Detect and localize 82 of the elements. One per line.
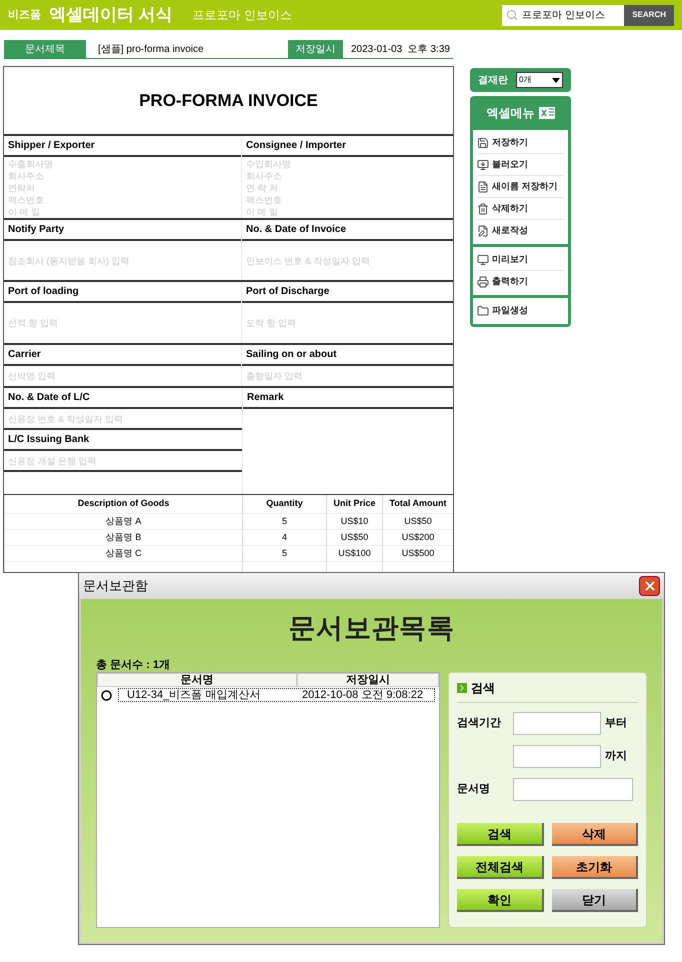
panel-title: 검색 — [471, 680, 496, 696]
table-cell: 5 — [242, 514, 326, 530]
field-label: 검색기간 — [457, 716, 502, 732]
radio-button[interactable] — [101, 690, 112, 700]
spreadsheet-icon — [538, 105, 554, 121]
document-pen-icon — [477, 225, 489, 237]
invoice-heading: PRO-FORMA INVOICE — [139, 90, 318, 112]
field-label: Port of Discharge — [246, 285, 330, 299]
dialog-button[interactable]: 전체검색 — [457, 856, 544, 879]
document-icon — [477, 180, 489, 192]
page-title: 엑셀데이터 서식 — [49, 4, 173, 26]
field-label: Remark — [247, 391, 284, 405]
table-cell: US$50 — [326, 530, 382, 546]
saved-time-label: 저장일시 — [288, 40, 343, 58]
logo: 비즈폼 — [8, 8, 41, 23]
document-name: U12-34_비즈폼 매입계산서 — [126, 688, 262, 703]
field-label: No. & Date of Invoice — [246, 223, 346, 237]
field-label: Carrier — [8, 348, 41, 362]
monitor-icon — [477, 254, 489, 266]
column-header: Description of Goods — [4, 495, 242, 514]
column-header: 문서명 — [97, 673, 297, 687]
search-field[interactable]: 프로포마 인보이스 — [502, 4, 624, 26]
menu-item[interactable]: 저장하기 — [477, 132, 564, 154]
column-header: Total Amount — [382, 495, 453, 514]
menu-item[interactable]: 삭제하기 — [477, 198, 564, 220]
field-label: Port of loading — [8, 285, 79, 299]
table-cell: 상품명 A — [4, 514, 242, 530]
document-date: 2012-10-08 오전 9:08:22 — [302, 688, 424, 703]
field-label: Sailing on or about — [246, 348, 337, 362]
dialog-button[interactable]: 검색 — [457, 823, 544, 846]
menu-item[interactable]: 새이름 저장하기 — [477, 176, 564, 198]
search-icon — [506, 9, 518, 21]
field-label: No. & Date of L/C — [8, 391, 90, 405]
menu-item[interactable]: 불러오기 — [477, 154, 564, 176]
saved-time-value: 2023-01-03 오후 3:39 — [350, 42, 451, 56]
printer-icon — [477, 276, 489, 288]
menu-item[interactable]: 출력하기 — [477, 271, 564, 293]
table-cell: US$10 — [326, 514, 382, 530]
field-suffix: 부터 — [604, 716, 628, 732]
doc-title-label: 문서제목 — [4, 40, 86, 58]
column-header: Unit Price — [326, 495, 382, 514]
input-field[interactable] — [513, 745, 602, 768]
doc-title-value: [샘플] pro-forma invoice — [97, 42, 205, 56]
table-cell: 상품명 C — [4, 546, 242, 562]
dialog-button[interactable]: 닫기 — [552, 889, 638, 912]
field-label: 문서명 — [457, 782, 492, 798]
field-label: Consignee / Importer — [246, 139, 346, 153]
approval-label: 결재란 — [478, 74, 508, 88]
table-cell: 5 — [242, 546, 326, 562]
document-count: 총 문서수 : 1개 — [96, 658, 171, 671]
close-icon — [642, 579, 656, 593]
field-label: Notify Party — [8, 223, 64, 237]
dialog-button[interactable]: 초기화 — [552, 856, 638, 879]
monitor-download-icon — [477, 158, 489, 170]
dialog-button[interactable]: 확인 — [457, 889, 544, 912]
table-cell: US$100 — [326, 546, 382, 562]
menu-item[interactable]: 미리보기 — [477, 249, 564, 271]
input-field[interactable] — [513, 778, 634, 801]
search-button[interactable]: SEARCH — [624, 4, 674, 26]
window-title: 문서보관함 — [83, 577, 148, 596]
column-header: 저장일시 — [297, 673, 440, 687]
column-header: Quantity — [242, 495, 326, 514]
page-subtitle: 프로포마 인보이스 — [192, 7, 292, 24]
chevron-icon — [457, 682, 468, 692]
table-cell: 상품명 B — [4, 530, 242, 546]
close-button[interactable] — [639, 576, 660, 596]
trash-icon — [477, 202, 489, 214]
menu-title: 엑셀메뉴 — [486, 105, 534, 122]
table-cell: US$200 — [382, 530, 453, 546]
dialog-button[interactable]: 삭제 — [552, 823, 638, 846]
input-field[interactable] — [513, 712, 602, 735]
field-suffix: 까지 — [604, 749, 628, 764]
table-cell: US$500 — [382, 546, 453, 562]
dialog-heading: 문서보관목록 — [288, 612, 455, 645]
dropdown-arrow-icon — [552, 78, 560, 82]
folder-icon — [477, 305, 489, 317]
table-cell: 4 — [242, 530, 326, 546]
approval-select[interactable]: 0개 — [516, 72, 563, 88]
menu-item[interactable]: 새로작성 — [477, 220, 564, 242]
field-label: Shipper / Exporter — [8, 139, 95, 153]
field-label: L/C Issuing Bank — [8, 433, 90, 447]
table-cell: US$50 — [382, 514, 453, 530]
